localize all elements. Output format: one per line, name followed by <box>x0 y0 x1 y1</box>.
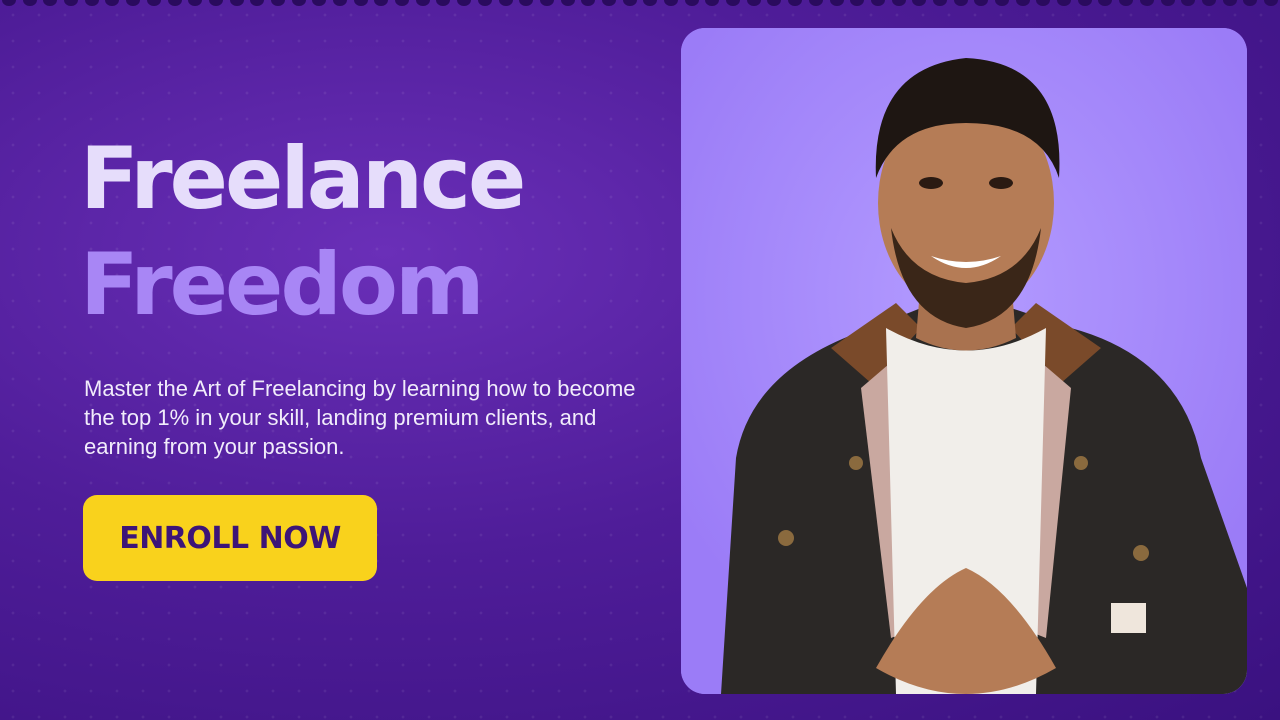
scallop-dot <box>1015 0 1030 6</box>
scallop-dot <box>1098 0 1113 6</box>
scallop-dot <box>684 0 699 6</box>
scallop-dot <box>788 0 803 6</box>
scallop-dot <box>1181 0 1196 6</box>
scallop-dot <box>312 0 327 6</box>
scallop-dot <box>105 0 120 6</box>
scallop-dot <box>581 0 596 6</box>
instructor-portrait-icon <box>681 28 1247 694</box>
scallop-dot <box>912 0 927 6</box>
scallop-dot <box>2 0 16 6</box>
scallop-dot <box>126 0 141 6</box>
scallop-dot <box>622 0 637 6</box>
scallop-dot <box>270 0 285 6</box>
scallop-dot <box>188 0 203 6</box>
scallop-dot <box>1139 0 1154 6</box>
scallop-dot <box>353 0 368 6</box>
scallop-dot <box>891 0 906 6</box>
scallop-dot <box>808 0 823 6</box>
scallop-dot <box>250 0 265 6</box>
scallop-dot <box>457 0 472 6</box>
scallop-dot <box>64 0 79 6</box>
scallop-dot <box>374 0 389 6</box>
scallop-dot <box>436 0 451 6</box>
hero-description: Master the Art of Freelancing by learnin… <box>84 376 636 459</box>
scallop-dot <box>43 0 58 6</box>
scallop-dot <box>870 0 885 6</box>
scallop-dot <box>539 0 554 6</box>
scallop-dot <box>932 0 947 6</box>
scallop-dot <box>995 0 1009 6</box>
scallop-dot <box>726 0 741 6</box>
scallop-dot <box>1201 0 1216 6</box>
scallop-dot <box>746 0 761 6</box>
hero-title: Freelance Freedom <box>80 126 526 338</box>
scallop-dot <box>1077 0 1092 6</box>
scallop-dot <box>519 0 534 6</box>
scallop-dot <box>705 0 720 6</box>
scallop-dot <box>291 0 306 6</box>
scallop-dot <box>208 0 223 6</box>
scallop-dot <box>1057 0 1072 6</box>
scallop-dot <box>333 0 347 6</box>
scallop-dot <box>1119 0 1134 6</box>
scallop-dot <box>1263 0 1278 6</box>
scallop-dot <box>1036 0 1051 6</box>
scallop-dot <box>229 0 244 6</box>
scallop-dot <box>415 0 430 6</box>
scallop-dot <box>953 0 968 6</box>
instructor-photo-card <box>681 28 1247 694</box>
scallop-dot <box>1243 0 1258 6</box>
scallop-dot <box>1160 0 1175 6</box>
scallop-dot <box>974 0 989 6</box>
scallop-dot <box>167 0 182 6</box>
enroll-now-button[interactable]: ENROLL NOW <box>83 495 377 581</box>
scallop-dot <box>498 0 513 6</box>
scallop-dot <box>477 0 492 6</box>
scallop-dot <box>560 0 575 6</box>
scallop-dot <box>767 0 782 6</box>
hero-title-line-2: Freedom <box>80 235 485 335</box>
hero-title-line-1: Freelance <box>80 129 526 229</box>
scallop-dot <box>146 0 161 6</box>
scallop-dot <box>84 0 99 6</box>
scallop-dot <box>643 0 658 6</box>
top-scallop-border <box>0 0 1280 6</box>
scallop-dot <box>829 0 844 6</box>
scallop-dot <box>664 0 678 6</box>
scallop-dot <box>22 0 37 6</box>
scallop-dot <box>850 0 865 6</box>
scallop-dot <box>601 0 616 6</box>
scallop-dot <box>395 0 410 6</box>
scallop-dot <box>1222 0 1237 6</box>
